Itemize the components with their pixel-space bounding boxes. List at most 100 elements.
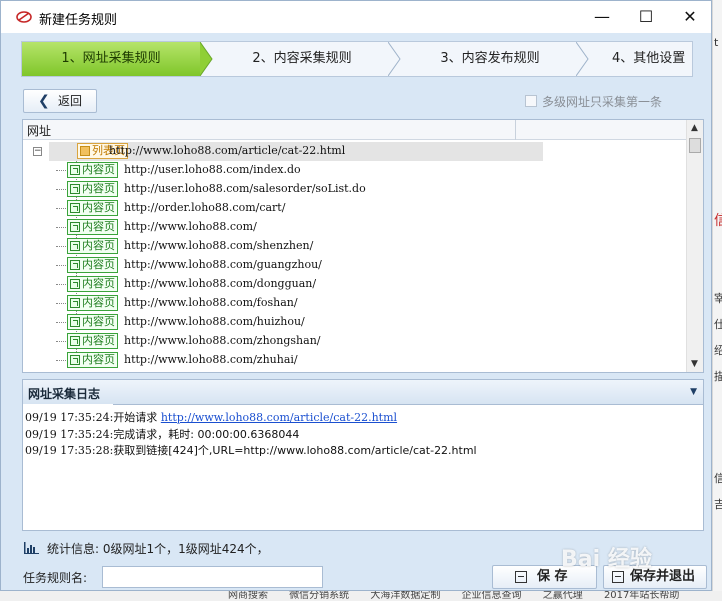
step-content-rules[interactable]: 2、内容采集规则 — [214, 42, 390, 76]
bg-glyph: 描 — [714, 370, 722, 383]
child-url: http://www.loho88.com/huizhou/ — [124, 315, 305, 328]
log-panel-header[interactable]: 网址采集日志 ▼ — [22, 379, 704, 406]
link-icon — [70, 203, 80, 213]
scroll-up-icon[interactable]: ▲ — [691, 123, 698, 133]
collapse-icon[interactable]: − — [33, 147, 42, 156]
bg-link: 网商搜索 — [228, 591, 268, 601]
content-page-tag: 内容页 — [67, 200, 118, 216]
task-name-input[interactable] — [102, 566, 323, 588]
tree-child-row[interactable]: 内容页 http://order.loho88.com/cart/ — [23, 199, 687, 218]
column-divider[interactable] — [515, 120, 516, 140]
tree-scrollbar[interactable]: ▲ ▼ — [686, 120, 703, 372]
content-page-tag: 内容页 — [67, 219, 118, 235]
link-icon — [70, 336, 80, 346]
tree-child-row[interactable]: 内容页 http://www.loho88.com/zhongshan/ — [23, 332, 687, 351]
collapse-panel-icon[interactable]: ▼ — [690, 387, 697, 397]
folder-icon — [80, 146, 90, 156]
child-url: http://user.loho88.com/salesorder/soList… — [124, 182, 366, 195]
child-url: http://www.loho88.com/foshan/ — [124, 296, 298, 309]
log-panel-body: 09/19 17:35:24:开始请求 http://www.loho88.co… — [22, 405, 704, 531]
save-icon — [515, 571, 527, 583]
bg-glyph: 信 — [714, 213, 722, 229]
back-button-label: 返回 — [58, 94, 83, 108]
tree-child-row[interactable]: 内容页 http://www.loho88.com/foshan/ — [23, 294, 687, 313]
wizard-steps: 1、网址采集规则 2、内容采集规则 3、内容发布规则 4、其他设置 — [21, 41, 693, 77]
window-title: 新建任务规则 — [39, 13, 118, 28]
app-logo-icon — [16, 11, 32, 23]
link-icon — [70, 260, 80, 270]
tree-child-row[interactable]: 内容页 http://user.loho88.com/salesorder/soL… — [23, 180, 687, 199]
step-other-settings[interactable]: 4、其他设置 — [590, 42, 692, 76]
root-row-highlight: 列表页 http://www.loho88.com/article/cat-22… — [49, 142, 543, 161]
content-page-tag: 内容页 — [67, 295, 118, 311]
tree-child-row[interactable]: 内容页 http://www.loho88.com/huizhou/ — [23, 313, 687, 332]
log-line: 09/19 17:35:24:开始请求 http://www.loho88.co… — [25, 411, 398, 424]
child-url: http://www.loho88.com/dongguan/ — [124, 277, 317, 290]
content-page-tag: 内容页 — [67, 257, 118, 273]
tree-child-row[interactable]: 内容页 http://user.loho88.com/index.do — [23, 161, 687, 180]
step-publish-rules[interactable]: 3、内容发布规则 — [402, 42, 578, 76]
title-bar[interactable]: 新建任务规则 — ☐ ✕ — [1, 1, 711, 33]
bg-link: 微信分销系统 — [289, 591, 350, 601]
close-button[interactable]: ✕ — [667, 1, 713, 33]
scroll-down-icon[interactable]: ▼ — [691, 359, 698, 369]
background-window-edge: t 信 宰 仕 绍 描 信 吉 — [712, 0, 722, 601]
url-column-header[interactable]: 网址 — [27, 122, 51, 139]
log-line: 09/19 17:35:28:获取到链接[424]个,URL=http://ww… — [25, 444, 477, 457]
child-url: http://user.loho88.com/index.do — [124, 163, 301, 176]
statistics-text: 统计信息: 0级网址1个，1级网址424个， — [47, 542, 269, 556]
tree-child-row[interactable]: 内容页 http://www.loho88.com/dongguan/ — [23, 275, 687, 294]
new-task-rule-dialog: 新建任务规则 — ☐ ✕ 1、网址采集规则 2、内容采集规则 3、内容发布规则 … — [0, 0, 712, 591]
tree-child-row[interactable]: 内容页 http://www.loho88.com/ — [23, 218, 687, 237]
bg-link: 2017年站长帮助 — [603, 591, 680, 601]
bg-link: 大海洋数据定制 — [370, 591, 441, 601]
bg-glyph: t — [714, 36, 719, 49]
step-chevron-icon — [200, 42, 213, 76]
url-tree-panel: 网址 ▲ ▼ − 列表页 http://www.loho88.com/artic… — [22, 119, 704, 373]
bg-glyph: 仕 — [714, 318, 722, 331]
tree-child-row[interactable]: 内容页 http://www.loho88.com/guangzhou/ — [23, 256, 687, 275]
link-icon — [70, 222, 80, 232]
content-page-tag: 内容页 — [67, 314, 118, 330]
link-icon — [70, 279, 80, 289]
scroll-thumb[interactable] — [689, 138, 701, 153]
link-icon — [70, 298, 80, 308]
content-page-tag: 内容页 — [67, 352, 118, 368]
bg-glyph: 吉 — [714, 498, 722, 511]
log-panel-title: 网址采集日志 — [28, 387, 101, 401]
child-url: http://www.loho88.com/zhuhai/ — [124, 353, 298, 366]
url-tree: − 列表页 http://www.loho88.com/article/cat-… — [23, 142, 687, 370]
content-page-tag: 内容页 — [67, 162, 118, 178]
link-icon — [70, 355, 80, 365]
tree-child-row[interactable]: 内容页 http://www.loho88.com/shenzhen/ — [23, 237, 687, 256]
log-line: 09/19 17:35:24:完成请求，耗时: 00:00:00.6368044 — [25, 428, 300, 441]
chevron-left-icon: ❮ — [38, 93, 50, 109]
log-link[interactable]: http://www.loho88.com/article/cat-22.htm… — [161, 411, 397, 424]
back-button[interactable]: ❮ 返回 — [23, 89, 97, 113]
child-url: http://www.loho88.com/shenzhen/ — [124, 239, 314, 252]
link-icon — [70, 184, 80, 194]
bg-link: 之赢代理 — [542, 591, 583, 601]
tree-root-row[interactable]: − 列表页 http://www.loho88.com/article/cat-… — [23, 142, 687, 161]
bg-glyph: 宰 — [714, 292, 722, 305]
bar-chart-icon — [24, 542, 39, 554]
link-icon — [70, 165, 80, 175]
root-url: http://www.loho88.com/article/cat-22.htm… — [109, 144, 346, 157]
child-url: http://www.loho88.com/ — [124, 220, 257, 233]
multilevel-checkbox-label: 多级网址只采集第一条 — [542, 95, 663, 109]
child-url: http://www.loho88.com/guangzhou/ — [124, 258, 322, 271]
maximize-button[interactable]: ☐ — [623, 1, 669, 33]
content-page-tag: 内容页 — [67, 238, 118, 254]
bg-glyph: 信 — [714, 472, 722, 485]
minimize-button[interactable]: — — [579, 1, 625, 33]
child-url: http://order.loho88.com/cart/ — [124, 201, 286, 214]
link-icon — [70, 317, 80, 327]
child-url: http://www.loho88.com/zhongshan/ — [124, 334, 321, 347]
task-name-label: 任务规则名: — [23, 571, 88, 585]
link-icon — [70, 241, 80, 251]
step-url-rules[interactable]: 1、网址采集规则 — [22, 42, 200, 76]
multilevel-checkbox[interactable] — [525, 95, 537, 107]
tree-column-header: 网址 — [23, 120, 687, 140]
step-chevron-icon — [576, 42, 589, 76]
tree-child-row[interactable]: 内容页 http://www.loho88.com/zhuhai/ — [23, 351, 687, 370]
